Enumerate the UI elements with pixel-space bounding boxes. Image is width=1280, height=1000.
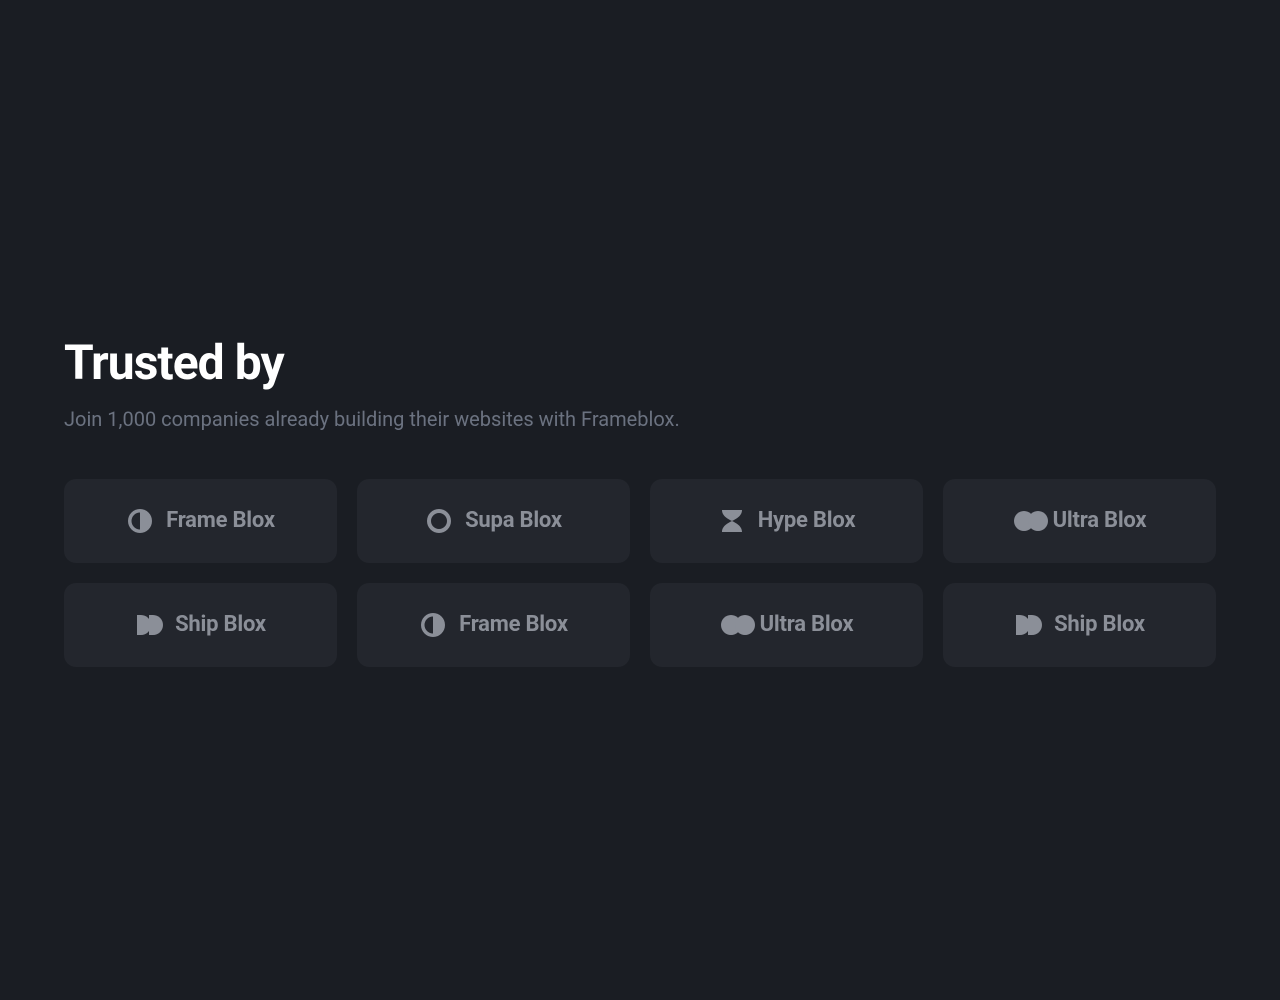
- double-d-icon: [1014, 611, 1042, 639]
- section-subheading: Join 1,000 companies already building th…: [64, 407, 1216, 431]
- trusted-by-section: Trusted by Join 1,000 companies already …: [64, 334, 1216, 667]
- company-card: Ultra Blox: [943, 479, 1216, 563]
- company-name: Ship Blox: [1054, 612, 1145, 637]
- hourglass-icon: [718, 507, 746, 535]
- company-grid: Frame Blox Supa Blox Hype Blox: [64, 479, 1216, 667]
- ring-icon: [425, 507, 453, 535]
- company-card: Supa Blox: [357, 479, 630, 563]
- company-name: Frame Blox: [166, 508, 275, 533]
- company-card: Ship Blox: [943, 583, 1216, 667]
- company-name: Frame Blox: [459, 612, 568, 637]
- company-card: Ultra Blox: [650, 583, 923, 667]
- double-d-icon: [135, 611, 163, 639]
- company-name: Ultra Blox: [760, 612, 854, 637]
- half-circle-icon: [126, 507, 154, 535]
- company-name: Ultra Blox: [1053, 508, 1147, 533]
- company-card: Frame Blox: [357, 583, 630, 667]
- company-name: Supa Blox: [465, 508, 562, 533]
- overlap-circles-icon: [1013, 507, 1041, 535]
- section-heading: Trusted by: [64, 334, 1216, 391]
- company-card: Frame Blox: [64, 479, 337, 563]
- company-card: Hype Blox: [650, 479, 923, 563]
- company-name: Hype Blox: [758, 508, 856, 533]
- company-card: Ship Blox: [64, 583, 337, 667]
- overlap-circles-icon: [720, 611, 748, 639]
- company-name: Ship Blox: [175, 612, 266, 637]
- half-circle-icon: [419, 611, 447, 639]
